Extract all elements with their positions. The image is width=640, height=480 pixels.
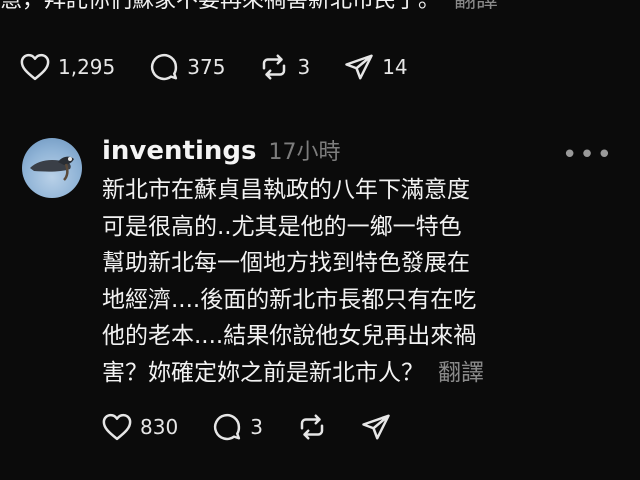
share-icon [344, 52, 374, 82]
repost-button[interactable]: 3 [259, 52, 310, 82]
like-button[interactable]: 1,295 [20, 53, 115, 81]
reply-line: 可是很高的..尤其是他的一鄉一特色 [102, 213, 462, 240]
repost-button[interactable] [297, 412, 327, 442]
reply-line: 地經濟....後面的新北市長都只有在吃 [102, 286, 477, 313]
like-count: 830 [140, 415, 179, 439]
comment-count: 3 [250, 415, 263, 439]
reply-last-line: 害？妳確定妳之前是新北市人？ 翻譯 [102, 355, 532, 392]
comment-count: 375 [187, 55, 226, 79]
share-button[interactable]: 14 [344, 52, 408, 82]
timestamp: 17小時 [268, 140, 341, 165]
share-icon [361, 412, 391, 442]
avatar[interactable] [22, 138, 82, 198]
previous-post-actions: 1,295 375 3 14 [20, 52, 442, 82]
threads-screen: 慧，拜託你們蘇家不要再來禍害新北市民了。 翻譯 1,295 375 3 14 i… [0, 0, 640, 480]
previous-post-body: 慧，拜託你們蘇家不要再來禍害新北市民了。 [0, 0, 441, 13]
bird-avatar-image [30, 156, 74, 181]
more-icon[interactable]: ••• [562, 140, 614, 170]
repost-icon [259, 52, 289, 82]
reply-line: 害？妳確定妳之前是新北市人？ [102, 359, 424, 386]
reply-line: 幫助新北每一個地方找到特色發展在 [102, 250, 470, 276]
comment-button[interactable]: 3 [212, 412, 263, 442]
reply-line: 新北市在蘇貞昌執政的八年下滿意度 [102, 177, 470, 203]
heart-icon [20, 53, 50, 81]
username[interactable]: inventings [102, 136, 256, 166]
like-button[interactable]: 830 [102, 413, 178, 441]
repost-icon [297, 412, 327, 442]
translate-link[interactable]: 翻譯 [438, 360, 484, 386]
comment-icon [212, 412, 242, 442]
reply-text: 新北市在蘇貞昌執政的八年下滿意度 可是很高的..尤其是他的一鄉一特色 幫助新北每… [102, 172, 532, 391]
reply-actions: 830 3 [102, 412, 425, 442]
reply-line: 他的老本....結果你說他女兒再出來禍 [102, 323, 477, 349]
translate-link[interactable]: 翻譯 [454, 0, 498, 13]
share-count: 14 [382, 55, 408, 79]
comment-icon [149, 52, 179, 82]
previous-post-text: 慧，拜託你們蘇家不要再來禍害新北市民了。 翻譯 [0, 0, 620, 16]
like-count: 1,295 [58, 55, 116, 79]
reply-header: inventings 17小時 [102, 134, 340, 166]
heart-icon [102, 413, 132, 441]
comment-button[interactable]: 375 [149, 52, 225, 82]
share-button[interactable] [361, 412, 391, 442]
repost-count: 3 [297, 55, 311, 79]
